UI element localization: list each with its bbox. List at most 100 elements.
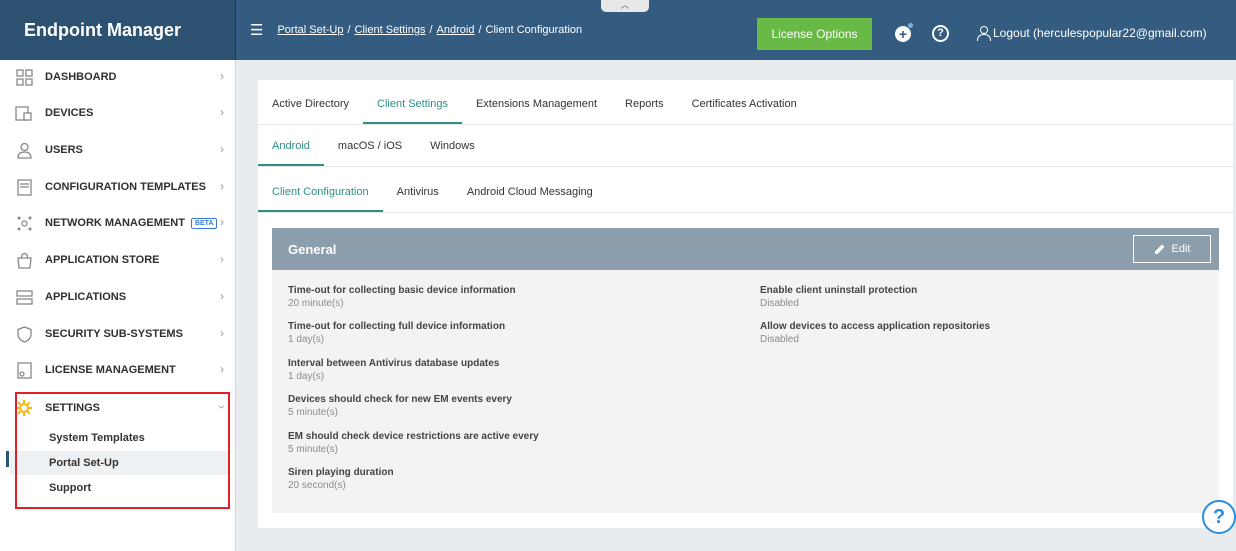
pencil-icon — [1154, 244, 1165, 254]
sidebar-item-configuration-templates[interactable]: CONFIGURATION TEMPLATES › — [10, 170, 236, 204]
breadcrumb-separator: / — [429, 24, 433, 36]
dashboard-icon — [15, 68, 33, 86]
tab-divider — [258, 212, 1233, 213]
field-label: Siren playing duration — [288, 467, 394, 478]
sidebar-item-label: CONFIGURATION TEMPLATES — [45, 181, 206, 193]
sidebar-item-label: NETWORK MANAGEMENT — [45, 217, 185, 229]
beta-badge: BETA — [190, 217, 218, 229]
chevron-right-icon: › — [220, 362, 224, 376]
settings-highlight-box — [15, 392, 230, 509]
active-item-marker — [6, 451, 9, 467]
general-panel: General Edit Time-out for collecting bas… — [272, 228, 1219, 513]
field-value: 20 minute(s) — [288, 298, 344, 309]
sidebar-item-security-sub-systems[interactable]: SECURITY SUB-SYSTEMS › — [10, 317, 236, 351]
tab-client-settings[interactable]: Client Settings — [363, 84, 462, 124]
field-label: Interval between Antivirus database upda… — [288, 358, 500, 369]
collapse-header-handle[interactable]: ︿ — [601, 0, 649, 12]
field-value: 1 day(s) — [288, 334, 325, 345]
network-management-icon — [15, 214, 33, 232]
field-label: EM should check device restrictions are … — [288, 431, 539, 442]
field-value: Disabled — [760, 334, 799, 345]
sidebar-item-users[interactable]: USERS › — [10, 133, 236, 167]
tab-divider — [258, 124, 1233, 125]
breadcrumb-client-settings[interactable]: Client Settings — [355, 24, 426, 36]
license-management-icon — [15, 361, 33, 379]
field-basic-info-timeout: Time-out for collecting basic device inf… — [288, 284, 516, 310]
tab-windows[interactable]: Windows — [416, 126, 489, 166]
sidebar-item-dashboard[interactable]: DASHBOARD › — [10, 60, 236, 94]
sidebar-item-devices[interactable]: DEVICES › — [10, 96, 236, 130]
sidebar-item-label: DEVICES — [45, 107, 94, 119]
tab-antivirus[interactable]: Antivirus — [383, 172, 453, 212]
chevron-right-icon: › — [220, 179, 224, 193]
main-content: Active Directory Client Settings Extensi… — [258, 80, 1233, 528]
field-full-info-timeout: Time-out for collecting full device info… — [288, 320, 505, 346]
tab-client-configuration[interactable]: Client Configuration — [258, 172, 383, 212]
field-value: 1 day(s) — [288, 371, 325, 382]
breadcrumb-current: Client Configuration — [485, 24, 583, 36]
breadcrumb-portal-setup[interactable]: Portal Set-Up — [277, 24, 343, 36]
top-navigation: ︿ ☰ Portal Set-Up / Client Settings / An… — [236, 0, 1236, 60]
field-restrictions-check: EM should check device restrictions are … — [288, 430, 539, 456]
add-plus-icon[interactable]: + — [895, 23, 913, 42]
application-store-icon — [15, 251, 33, 269]
chevron-right-icon: › — [220, 215, 224, 229]
sidebar-item-label: LICENSE MANAGEMENT — [45, 364, 176, 376]
field-antivirus-update-interval: Interval between Antivirus database upda… — [288, 357, 499, 383]
chevron-right-icon: › — [220, 142, 224, 156]
general-panel-header: General Edit — [272, 228, 1219, 270]
breadcrumb-separator: / — [478, 24, 482, 36]
tab-extensions-management[interactable]: Extensions Management — [462, 84, 611, 124]
sidebar-item-label: APPLICATIONS — [45, 291, 127, 303]
breadcrumb: Portal Set-Up / Client Settings / Androi… — [277, 24, 582, 36]
sidebar-item-applications[interactable]: APPLICATIONS › — [10, 280, 236, 314]
tab-macos-ios[interactable]: macOS / iOS — [324, 126, 416, 166]
tab-active-directory[interactable]: Active Directory — [258, 84, 363, 124]
field-value: 5 minute(s) — [288, 407, 339, 418]
sidebar-item-application-store[interactable]: APPLICATION STORE › — [10, 243, 236, 277]
breadcrumb-separator: / — [347, 24, 351, 36]
chevron-right-icon: › — [220, 326, 224, 340]
hamburger-menu-icon[interactable]: ☰ — [250, 23, 263, 38]
tab-reports[interactable]: Reports — [611, 84, 678, 124]
field-em-events-check: Devices should check for new EM events e… — [288, 393, 512, 419]
tab-certificates-activation[interactable]: Certificates Activation — [678, 84, 811, 124]
field-value: 5 minute(s) — [288, 444, 339, 455]
field-label: Time-out for collecting full device info… — [288, 321, 506, 332]
sidebar-item-license-management[interactable]: LICENSE MANAGEMENT › — [10, 353, 236, 387]
chevron-right-icon: › — [220, 69, 224, 83]
tab-android[interactable]: Android — [258, 126, 324, 166]
applications-icon — [15, 288, 33, 306]
logout-link[interactable]: Logout (herculespopular22@gmail.com) — [976, 26, 1207, 41]
field-label: Enable client uninstall protection — [760, 285, 918, 296]
sidebar-item-network-management[interactable]: NETWORK MANAGEMENT BETA › — [10, 206, 236, 240]
floating-help-button[interactable]: ? — [1202, 500, 1236, 534]
chevron-right-icon: › — [220, 289, 224, 303]
field-uninstall-protection: Enable client uninstall protection Disab… — [760, 284, 917, 310]
chevron-right-icon: › — [220, 252, 224, 266]
field-app-repositories-access: Allow devices to access application repo… — [760, 320, 990, 346]
user-icon — [976, 26, 991, 41]
brand-title: Endpoint Manager — [0, 0, 236, 60]
field-value: Disabled — [760, 298, 799, 309]
users-icon — [15, 141, 33, 159]
sidebar-item-label: DASHBOARD — [45, 71, 117, 83]
field-label: Devices should check for new EM events e… — [288, 394, 512, 405]
logout-text: Logout (herculespopular22@gmail.com) — [993, 26, 1207, 40]
field-siren-duration: Siren playing duration 20 second(s) — [288, 466, 394, 492]
sidebar-item-label: APPLICATION STORE — [45, 254, 160, 266]
field-value: 20 second(s) — [288, 480, 346, 491]
breadcrumb-android[interactable]: Android — [437, 24, 475, 36]
edit-button[interactable]: Edit — [1133, 235, 1211, 263]
tab-divider — [258, 166, 1233, 167]
shield-icon — [15, 325, 33, 343]
platform-tabs: Android macOS / iOS Windows — [258, 126, 489, 166]
field-label: Allow devices to access application repo… — [760, 321, 991, 332]
help-icon[interactable]: ? — [932, 25, 949, 42]
license-options-button[interactable]: License Options — [757, 18, 872, 50]
sidebar-item-label: USERS — [45, 144, 83, 156]
general-panel-body: Time-out for collecting basic device inf… — [272, 270, 1219, 513]
tab-android-cloud-messaging[interactable]: Android Cloud Messaging — [453, 172, 607, 212]
configuration-templates-icon — [15, 178, 33, 196]
top-tabs: Active Directory Client Settings Extensi… — [258, 84, 811, 124]
